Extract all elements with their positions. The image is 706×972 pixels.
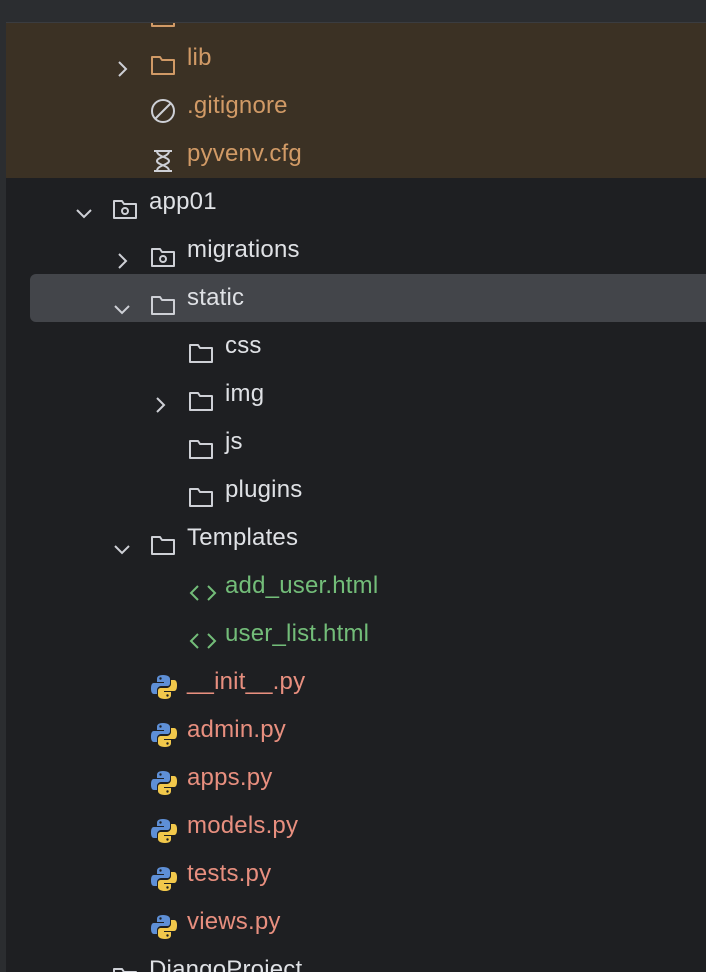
python-file-icon bbox=[150, 910, 177, 939]
tree-item-label: add_user.html bbox=[225, 572, 379, 599]
tree-item-label: tests.py bbox=[187, 860, 272, 887]
tree-item-img[interactable]: img bbox=[6, 370, 706, 418]
python-file-icon bbox=[150, 862, 177, 891]
tree-item-label: DjangoProject bbox=[149, 956, 303, 972]
tree-item-label: migrations bbox=[187, 236, 300, 263]
tree-item-init-py[interactable]: __init__.py bbox=[6, 658, 706, 706]
tree-item-js[interactable]: js bbox=[6, 418, 706, 466]
tree-item-add-user-html[interactable]: add_user.html bbox=[6, 562, 706, 610]
package-folder-icon bbox=[150, 238, 176, 267]
folder-icon bbox=[112, 958, 138, 972]
tree-item-label: .gitignore bbox=[187, 92, 288, 119]
tree-item-djangoproject[interactable]: DjangoProject bbox=[6, 946, 706, 972]
tree-item-migrations[interactable]: migrations bbox=[6, 226, 706, 274]
tree-item-label: models.py bbox=[187, 812, 299, 839]
tree-item-label: Templates bbox=[187, 524, 299, 551]
folder-icon bbox=[150, 526, 176, 555]
tree-item-models-py[interactable]: models.py bbox=[6, 802, 706, 850]
tree-item-admin-py[interactable]: admin.py bbox=[6, 706, 706, 754]
tree-item-label: user_list.html bbox=[225, 620, 370, 647]
tree-item-templates[interactable]: Templates bbox=[6, 514, 706, 562]
config-file-icon bbox=[152, 142, 178, 172]
python-file-icon bbox=[150, 718, 177, 747]
folder-icon bbox=[188, 382, 214, 411]
html-file-icon bbox=[188, 622, 217, 649]
chevron-down-icon[interactable] bbox=[112, 528, 132, 555]
tree-item-label: apps.py bbox=[187, 764, 273, 791]
folder-icon bbox=[188, 478, 214, 507]
tree-item-user-list-html[interactable]: user_list.html bbox=[6, 610, 706, 658]
tree-item-app01[interactable]: app01 bbox=[6, 178, 706, 226]
tree-item-plugins[interactable]: plugins bbox=[6, 466, 706, 514]
tree-item-tests-py[interactable]: tests.py bbox=[6, 850, 706, 898]
tree-item-lib[interactable]: lib bbox=[6, 34, 706, 82]
project-tree-panel: bin lib .gitignore pyvenv.cfg bbox=[0, 0, 706, 972]
chevron-down-icon[interactable] bbox=[74, 960, 94, 972]
chevron-down-icon[interactable] bbox=[74, 192, 94, 219]
tree-item-css[interactable]: css bbox=[6, 322, 706, 370]
folder-icon bbox=[150, 286, 176, 315]
panel-top-edge bbox=[0, 0, 706, 23]
folder-icon bbox=[188, 430, 214, 459]
tree-item-label: __init__.py bbox=[187, 668, 306, 695]
tree-item-label: views.py bbox=[187, 908, 281, 935]
python-file-icon bbox=[150, 670, 177, 699]
tree-item-label: js bbox=[225, 428, 243, 455]
tree-item-pyvenv-cfg[interactable]: pyvenv.cfg bbox=[6, 130, 706, 178]
chevron-down-icon[interactable] bbox=[112, 288, 132, 315]
html-file-icon bbox=[188, 574, 217, 601]
chevron-right-icon[interactable] bbox=[112, 240, 132, 269]
tree-item-label: css bbox=[225, 332, 262, 359]
chevron-right-icon[interactable] bbox=[150, 384, 170, 413]
tree-item-label: img bbox=[225, 380, 265, 407]
tree-item-apps-py[interactable]: apps.py bbox=[6, 754, 706, 802]
tree-item-label: plugins bbox=[225, 476, 303, 503]
ignore-file-icon bbox=[150, 94, 176, 123]
tree-item-label: static bbox=[187, 284, 245, 311]
panel-left-edge bbox=[0, 0, 6, 972]
tree-item-label: lib bbox=[187, 44, 212, 71]
tree-item-views-py[interactable]: views.py bbox=[6, 898, 706, 946]
tree-item-label: app01 bbox=[149, 188, 217, 215]
folder-icon bbox=[150, 46, 176, 75]
folder-icon bbox=[188, 334, 214, 363]
tree-item-label: pyvenv.cfg bbox=[187, 140, 302, 167]
tree-item-gitignore[interactable]: .gitignore bbox=[6, 82, 706, 130]
chevron-right-icon[interactable] bbox=[112, 48, 132, 77]
project-tree: bin lib .gitignore pyvenv.cfg bbox=[6, 0, 706, 972]
python-file-icon bbox=[150, 766, 177, 795]
python-file-icon bbox=[150, 814, 177, 843]
package-folder-icon bbox=[112, 190, 138, 219]
tree-item-label: admin.py bbox=[187, 716, 286, 743]
tree-item-static[interactable]: static bbox=[6, 274, 706, 322]
